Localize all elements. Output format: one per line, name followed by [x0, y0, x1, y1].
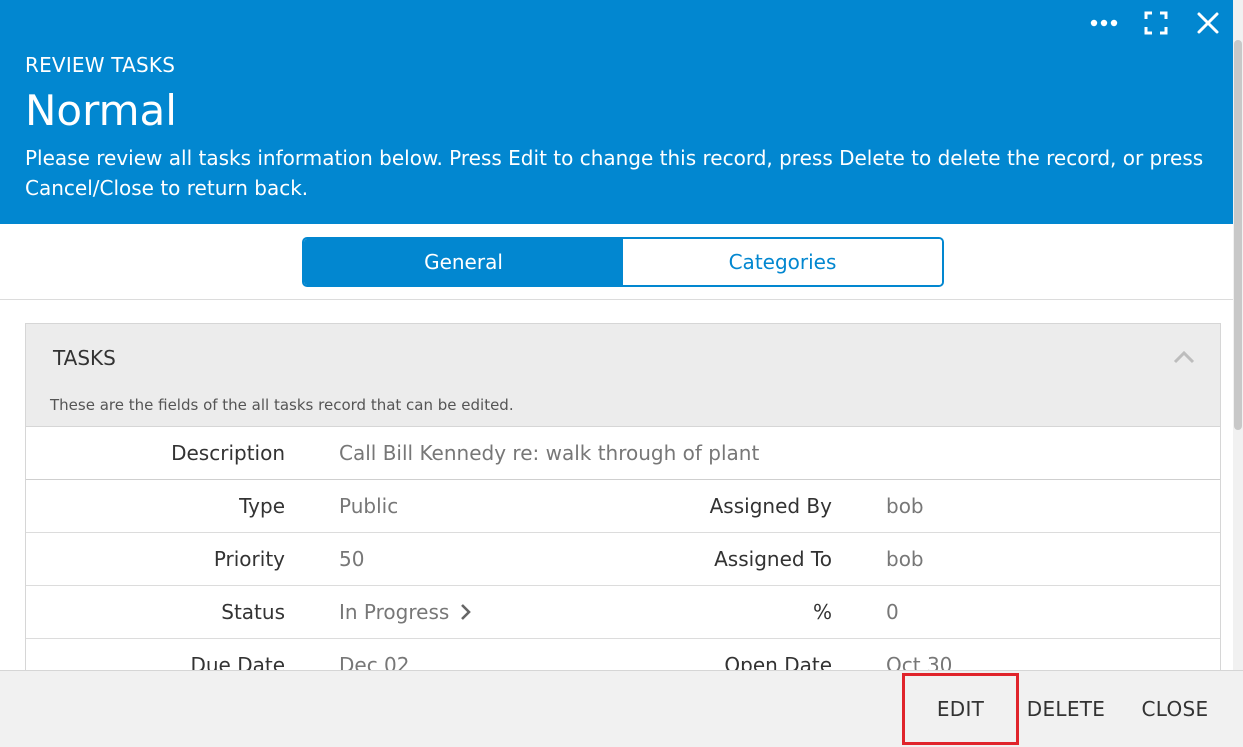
field-row-priority: Priority 50 Assigned To bob: [26, 533, 1220, 586]
field-row-description: Description Call Bill Kennedy re: walk t…: [26, 427, 1220, 480]
percent-value: 0: [886, 600, 899, 624]
field-row-due-date: Due Date Dec 02 Open Date Oct 30: [26, 639, 1220, 672]
panel-title: TASKS: [53, 346, 116, 370]
fullscreen-icon[interactable]: [1141, 8, 1171, 38]
type-value: Public: [339, 494, 399, 518]
description-label: Description: [171, 441, 285, 465]
panel-subtitle: These are the fields of the all tasks re…: [50, 396, 514, 414]
assigned-by-label: Assigned By: [709, 494, 832, 518]
type-label: Type: [239, 494, 285, 518]
tab-group: General Categories: [302, 237, 944, 287]
tab-general[interactable]: General: [304, 239, 623, 285]
field-row-status: Status In Progress % 0: [26, 586, 1220, 639]
description-value: Call Bill Kennedy re: walk through of pl…: [339, 441, 760, 465]
vertical-scrollbar[interactable]: [1233, 0, 1243, 670]
page-subtitle: REVIEW TASKS: [25, 53, 176, 77]
close-button[interactable]: CLOSE: [1126, 673, 1224, 745]
dialog-footer: EDIT DELETE CLOSE: [0, 670, 1243, 747]
assigned-to-value: bob: [886, 547, 924, 571]
delete-button[interactable]: DELETE: [1020, 673, 1112, 745]
tasks-panel: TASKS These are the fields of the all ta…: [25, 323, 1221, 673]
more-icon[interactable]: [1089, 8, 1119, 38]
chevron-up-icon[interactable]: [1172, 346, 1196, 370]
header-toolbar: [1089, 8, 1223, 38]
assigned-to-label: Assigned To: [714, 547, 832, 571]
close-icon[interactable]: [1193, 8, 1223, 38]
panel-header: TASKS These are the fields of the all ta…: [26, 324, 1220, 427]
edit-button[interactable]: EDIT: [902, 673, 1019, 745]
field-row-type: Type Public Assigned By bob: [26, 480, 1220, 533]
scrollbar-thumb[interactable]: [1234, 40, 1242, 430]
tabs-bar: General Categories: [0, 224, 1233, 300]
status-label: Status: [221, 600, 285, 624]
percent-label: %: [812, 600, 832, 624]
tab-categories[interactable]: Categories: [623, 239, 942, 285]
priority-label: Priority: [213, 547, 285, 571]
page-description: Please review all tasks information belo…: [25, 146, 1204, 200]
priority-value: 50: [339, 547, 365, 571]
page-title: Normal: [25, 86, 177, 135]
chevron-right-icon: [459, 602, 472, 626]
status-value: In Progress: [339, 600, 450, 624]
assigned-by-value: bob: [886, 494, 924, 518]
status-link[interactable]: In Progress: [339, 600, 472, 626]
dialog-header: REVIEW TASKS Normal Please review all ta…: [0, 0, 1233, 224]
